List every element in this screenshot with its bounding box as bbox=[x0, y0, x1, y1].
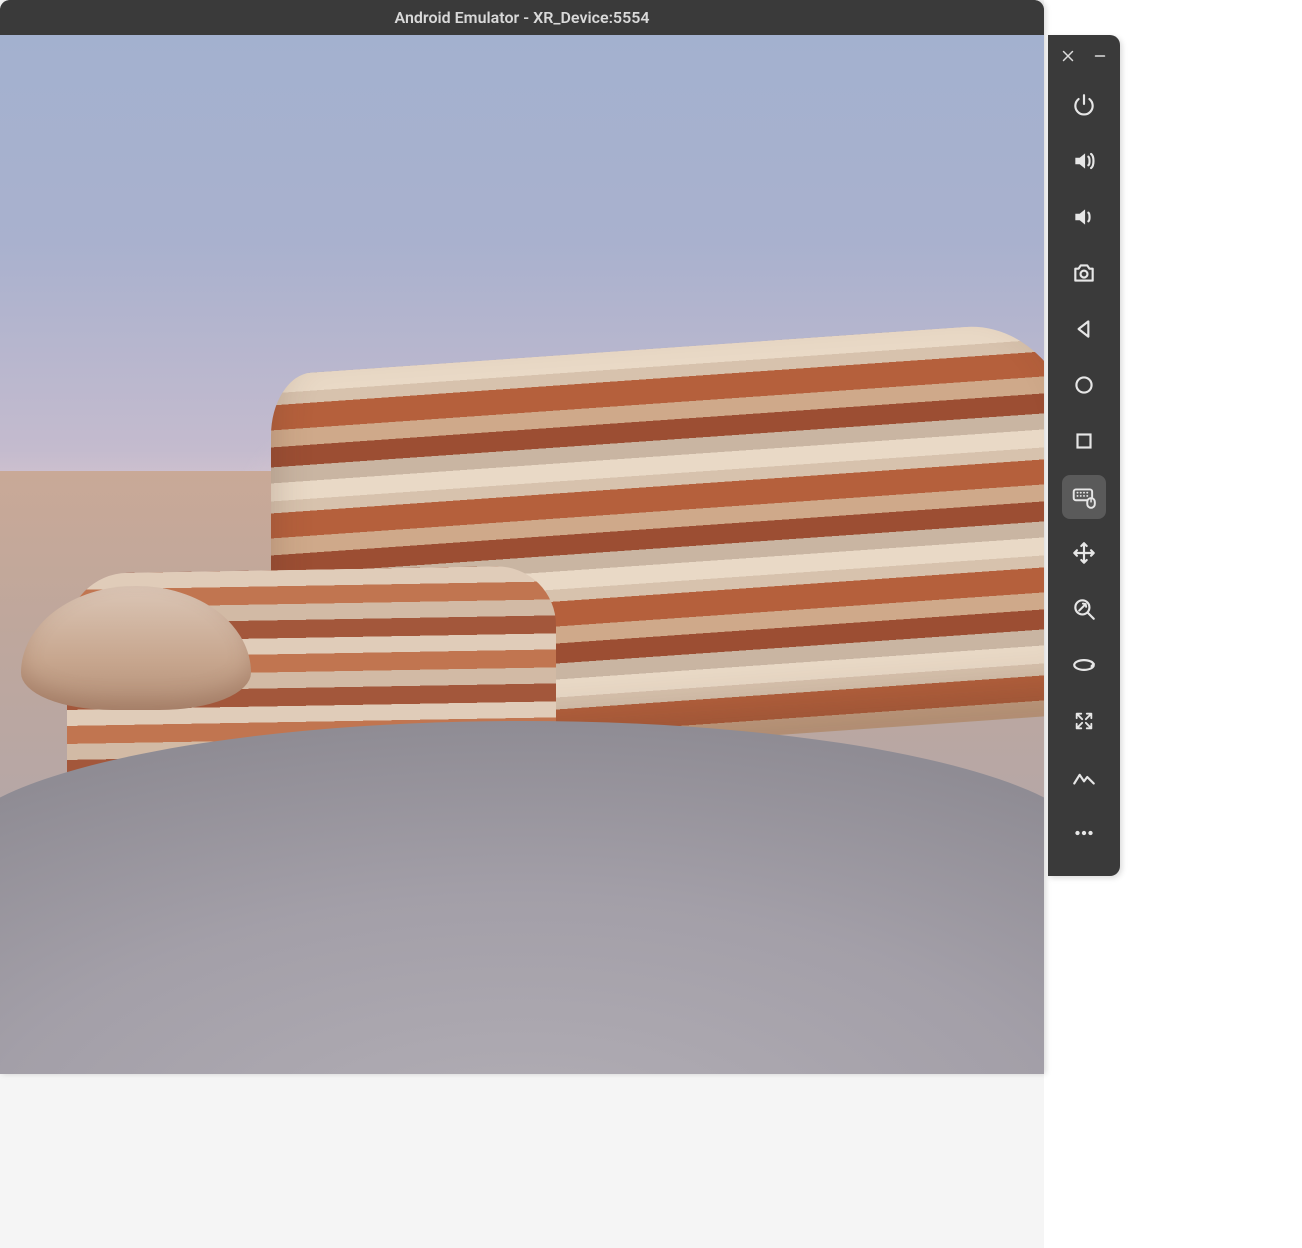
move-button[interactable] bbox=[1062, 531, 1106, 575]
camera-icon bbox=[1071, 260, 1097, 286]
scene-mesa bbox=[271, 318, 1044, 770]
zoom-icon bbox=[1071, 596, 1097, 622]
volume-down-icon bbox=[1071, 204, 1097, 230]
window-title: Android Emulator - XR_Device:5554 bbox=[395, 8, 650, 27]
close-icon bbox=[1059, 47, 1077, 65]
power-button[interactable] bbox=[1062, 83, 1106, 127]
emulator-toolbar bbox=[1048, 35, 1120, 876]
more-icon bbox=[1071, 820, 1097, 846]
window-controls bbox=[1048, 41, 1120, 71]
reset-view-button[interactable] bbox=[1062, 699, 1106, 743]
emulator-window: Android Emulator - XR_Device:5554 bbox=[0, 0, 1044, 1074]
rotate-view-icon bbox=[1071, 652, 1097, 678]
volume-up-icon bbox=[1071, 148, 1097, 174]
move-icon bbox=[1071, 540, 1097, 566]
close-button[interactable] bbox=[1059, 47, 1077, 65]
overview-icon bbox=[1071, 428, 1097, 454]
minimize-icon bbox=[1091, 47, 1109, 65]
back-button[interactable] bbox=[1062, 307, 1106, 351]
volume-up-button[interactable] bbox=[1062, 139, 1106, 183]
rotate-view-button[interactable] bbox=[1062, 643, 1106, 687]
zoom-button[interactable] bbox=[1062, 587, 1106, 631]
scene-foreground bbox=[0, 721, 1044, 1074]
keyboard-mouse-icon bbox=[1071, 484, 1097, 510]
volume-down-button[interactable] bbox=[1062, 195, 1106, 239]
virtual-scene-button[interactable] bbox=[1062, 755, 1106, 799]
power-icon bbox=[1071, 92, 1097, 118]
emulator-viewport[interactable] bbox=[0, 35, 1044, 1074]
reset-view-icon bbox=[1073, 710, 1095, 732]
minimize-button[interactable] bbox=[1091, 47, 1109, 65]
overview-button[interactable] bbox=[1062, 419, 1106, 463]
screenshot-button[interactable] bbox=[1062, 251, 1106, 295]
home-icon bbox=[1071, 372, 1097, 398]
more-button[interactable] bbox=[1062, 811, 1106, 855]
input-mode-button[interactable] bbox=[1062, 475, 1106, 519]
landscape-icon bbox=[1071, 764, 1097, 790]
window-titlebar[interactable]: Android Emulator - XR_Device:5554 bbox=[0, 0, 1044, 35]
back-icon bbox=[1071, 316, 1097, 342]
home-button[interactable] bbox=[1062, 363, 1106, 407]
